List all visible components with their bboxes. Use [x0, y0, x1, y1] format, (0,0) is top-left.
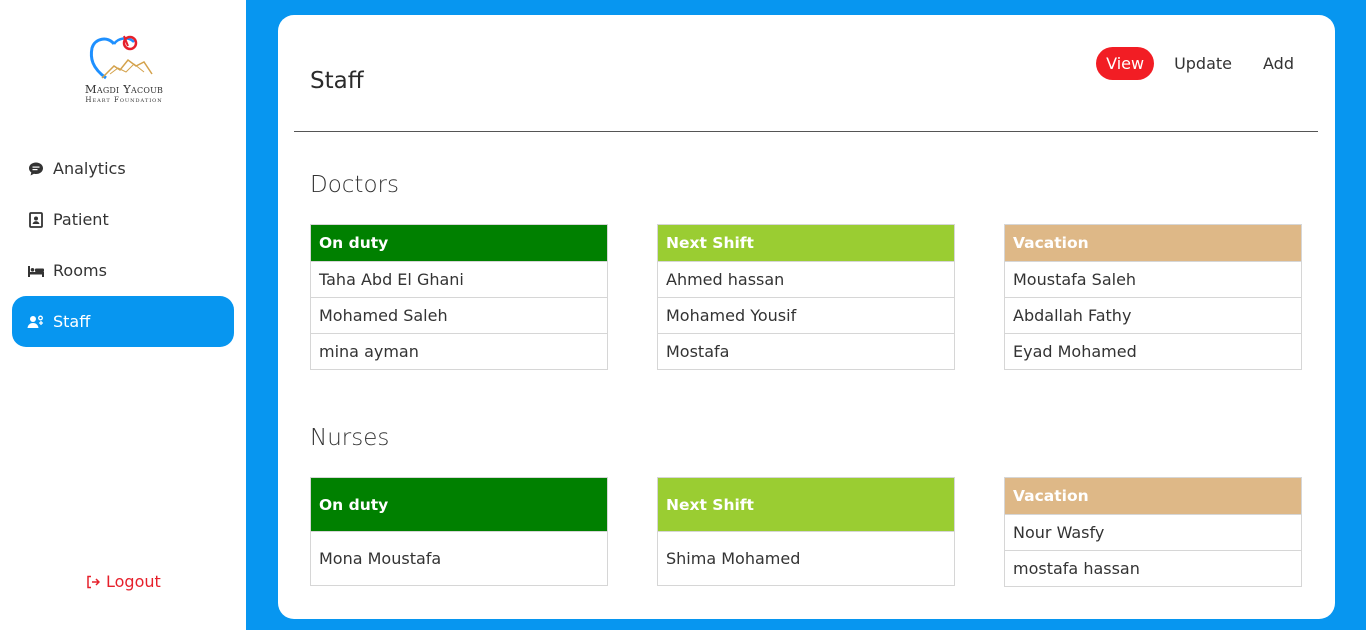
sidebar-item-patient[interactable]: Patient	[12, 194, 234, 245]
doctors-vacation-table: Vacation Moustafa Saleh Abdallah Fathy E…	[1004, 224, 1302, 370]
table-header: On duty	[311, 225, 607, 261]
header-divider	[294, 131, 1318, 132]
table-row: mostafa hassan	[1005, 550, 1301, 586]
table-row: Mona Moustafa	[311, 531, 607, 585]
table-row: Taha Abd El Ghani	[311, 261, 607, 297]
brand-logo: Magdi Yacoub Heart Foundation	[76, 34, 172, 106]
nurses-on-duty-table: On duty Mona Moustafa	[310, 477, 608, 586]
table-row: mina ayman	[311, 333, 607, 369]
sidebar-item-label: Rooms	[53, 261, 107, 280]
sidebar-item-rooms[interactable]: Rooms	[12, 245, 234, 296]
doctors-next-shift-table: Next Shift Ahmed hassan Mohamed Yousif M…	[657, 224, 955, 370]
tab-update[interactable]: Update	[1163, 47, 1243, 80]
table-row: Nour Wasfy	[1005, 514, 1301, 550]
sidebar-item-label: Patient	[53, 210, 109, 229]
table-header: Next Shift	[658, 225, 954, 261]
table-row: Mostafa	[658, 333, 954, 369]
sidebar-item-label: Staff	[53, 312, 91, 331]
table-row: Moustafa Saleh	[1005, 261, 1301, 297]
table-row: Eyad Mohamed	[1005, 333, 1301, 369]
tab-add[interactable]: Add	[1252, 47, 1305, 80]
doctors-on-duty-table: On duty Taha Abd El Ghani Mohamed Saleh …	[310, 224, 608, 370]
sidebar: Magdi Yacoub Heart Foundation Analytics …	[0, 0, 246, 630]
brand-name: Magdi Yacoub	[84, 82, 164, 96]
sidebar-item-label: Analytics	[53, 159, 126, 178]
table-row: Shima Mohamed	[658, 531, 954, 585]
sidebar-item-staff[interactable]: Staff	[12, 296, 234, 347]
chat-icon	[27, 160, 45, 178]
heart-logo-icon	[89, 35, 153, 80]
table-row: Mohamed Yousif	[658, 297, 954, 333]
table-header: Next Shift	[658, 478, 954, 531]
doctors-section-title: Doctors	[310, 172, 399, 198]
table-row: Abdallah Fathy	[1005, 297, 1301, 333]
sidebar-item-analytics[interactable]: Analytics	[12, 143, 234, 194]
id-card-icon	[27, 211, 45, 229]
logout-icon	[86, 575, 100, 589]
view-tabs: View Update Add	[1087, 47, 1305, 80]
table-header: Vacation	[1005, 225, 1301, 261]
table-row: Ahmed hassan	[658, 261, 954, 297]
bed-icon	[27, 262, 45, 280]
table-header: On duty	[311, 478, 607, 531]
sidebar-nav: Analytics Patient Rooms Staff	[12, 143, 234, 347]
staff-icon	[27, 313, 45, 331]
nurses-next-shift-table: Next Shift Shima Mohamed	[657, 477, 955, 586]
brand-subtitle: Heart Foundation	[85, 96, 163, 104]
tab-view[interactable]: View	[1096, 47, 1155, 80]
page-title: Staff	[310, 68, 364, 94]
nurses-section-title: Nurses	[310, 425, 390, 451]
table-row: Mohamed Saleh	[311, 297, 607, 333]
content-card: Staff View Update Add Doctors On duty Ta…	[278, 15, 1335, 619]
nurses-vacation-table: Vacation Nour Wasfy mostafa hassan	[1004, 477, 1302, 587]
table-header: Vacation	[1005, 478, 1301, 514]
logout-label: Logout	[106, 572, 161, 591]
logout-button[interactable]: Logout	[86, 572, 161, 591]
